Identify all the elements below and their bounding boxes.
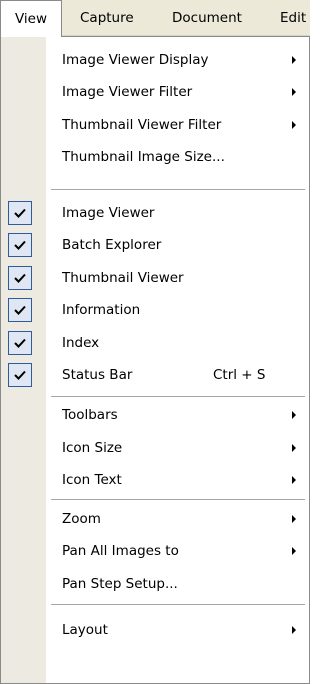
menu-item-image-viewer-filter[interactable]: Image Viewer Filter bbox=[1, 76, 309, 108]
menu-item-pan-step-setup[interactable]: Pan Step Setup... bbox=[1, 568, 309, 600]
menu-view[interactable]: View bbox=[0, 0, 62, 37]
menu-item-shortcut: Ctrl + S bbox=[213, 367, 266, 383]
submenu-arrow-icon bbox=[292, 515, 296, 523]
menu-item-label: Thumbnail Image Size... bbox=[62, 149, 225, 165]
menu-item-label: Icon Text bbox=[62, 472, 122, 488]
checkmark-icon bbox=[8, 298, 32, 322]
menu-bar: View Capture Document Edit bbox=[0, 0, 310, 37]
menu-item-layout[interactable]: Layout bbox=[1, 614, 309, 646]
submenu-arrow-icon bbox=[292, 547, 296, 555]
menu-item-thumbnail-viewer-filter[interactable]: Thumbnail Viewer Filter bbox=[1, 109, 309, 141]
menu-separator bbox=[51, 604, 305, 605]
menu-item-label: Layout bbox=[62, 622, 108, 638]
menu-item-label: Batch Explorer bbox=[62, 237, 162, 253]
menu-capture[interactable]: Capture bbox=[80, 0, 134, 36]
menu-item-image-viewer[interactable]: Image Viewer bbox=[1, 197, 309, 229]
menu-item-label: Pan Step Setup... bbox=[62, 576, 178, 592]
menu-item-status-bar[interactable]: Status Bar Ctrl + S bbox=[1, 359, 309, 391]
menu-item-label: Toolbars bbox=[62, 407, 118, 423]
checkmark-icon bbox=[8, 331, 32, 355]
checkmark-icon bbox=[8, 201, 32, 225]
menu-item-zoom[interactable]: Zoom bbox=[1, 503, 309, 535]
menu-item-label: Zoom bbox=[62, 511, 101, 527]
menu-item-label: Icon Size bbox=[62, 440, 123, 456]
menu-item-icon-size[interactable]: Icon Size bbox=[1, 432, 309, 464]
menu-item-label: Image Viewer Display bbox=[62, 52, 209, 68]
checkmark-icon bbox=[8, 266, 32, 290]
menu-item-label: Image Viewer bbox=[62, 205, 155, 221]
menu-item-label: Image Viewer Filter bbox=[62, 84, 193, 100]
menu-item-label: Thumbnail Viewer bbox=[62, 270, 184, 286]
submenu-arrow-icon bbox=[292, 88, 296, 96]
checkmark-icon bbox=[8, 233, 32, 257]
submenu-arrow-icon bbox=[292, 56, 296, 64]
menu-item-label: Pan All Images to bbox=[62, 543, 179, 559]
menu-item-information[interactable]: Information bbox=[1, 294, 309, 326]
submenu-arrow-icon bbox=[292, 476, 296, 484]
menu-item-toolbars[interactable]: Toolbars bbox=[1, 399, 309, 431]
submenu-arrow-icon bbox=[292, 444, 296, 452]
menu-item-image-viewer-display[interactable]: Image Viewer Display bbox=[1, 44, 309, 76]
menu-separator bbox=[51, 189, 305, 190]
menu-edit[interactable]: Edit bbox=[280, 0, 306, 36]
menu-item-index[interactable]: Index bbox=[1, 327, 309, 359]
menu-separator bbox=[51, 396, 305, 397]
menu-item-batch-explorer[interactable]: Batch Explorer bbox=[1, 229, 309, 261]
menu-item-label: Thumbnail Viewer Filter bbox=[62, 117, 222, 133]
submenu-arrow-icon bbox=[292, 626, 296, 634]
menu-document[interactable]: Document bbox=[172, 0, 242, 36]
menu-item-thumbnail-image-size[interactable]: Thumbnail Image Size... bbox=[1, 141, 309, 173]
menu-item-thumbnail-viewer[interactable]: Thumbnail Viewer bbox=[1, 262, 309, 294]
menu-item-label: Status Bar bbox=[62, 367, 133, 383]
checkmark-icon bbox=[8, 363, 32, 387]
menu-item-label: Information bbox=[62, 302, 141, 318]
menu-item-label: Index bbox=[62, 335, 100, 351]
menu-item-pan-all-images-to[interactable]: Pan All Images to bbox=[1, 535, 309, 567]
menu-separator bbox=[51, 499, 305, 500]
view-dropdown-menu: Image Viewer Display Image Viewer Filter… bbox=[0, 36, 310, 684]
submenu-arrow-icon bbox=[292, 411, 296, 419]
submenu-arrow-icon bbox=[292, 121, 296, 129]
menu-item-icon-text[interactable]: Icon Text bbox=[1, 464, 309, 496]
